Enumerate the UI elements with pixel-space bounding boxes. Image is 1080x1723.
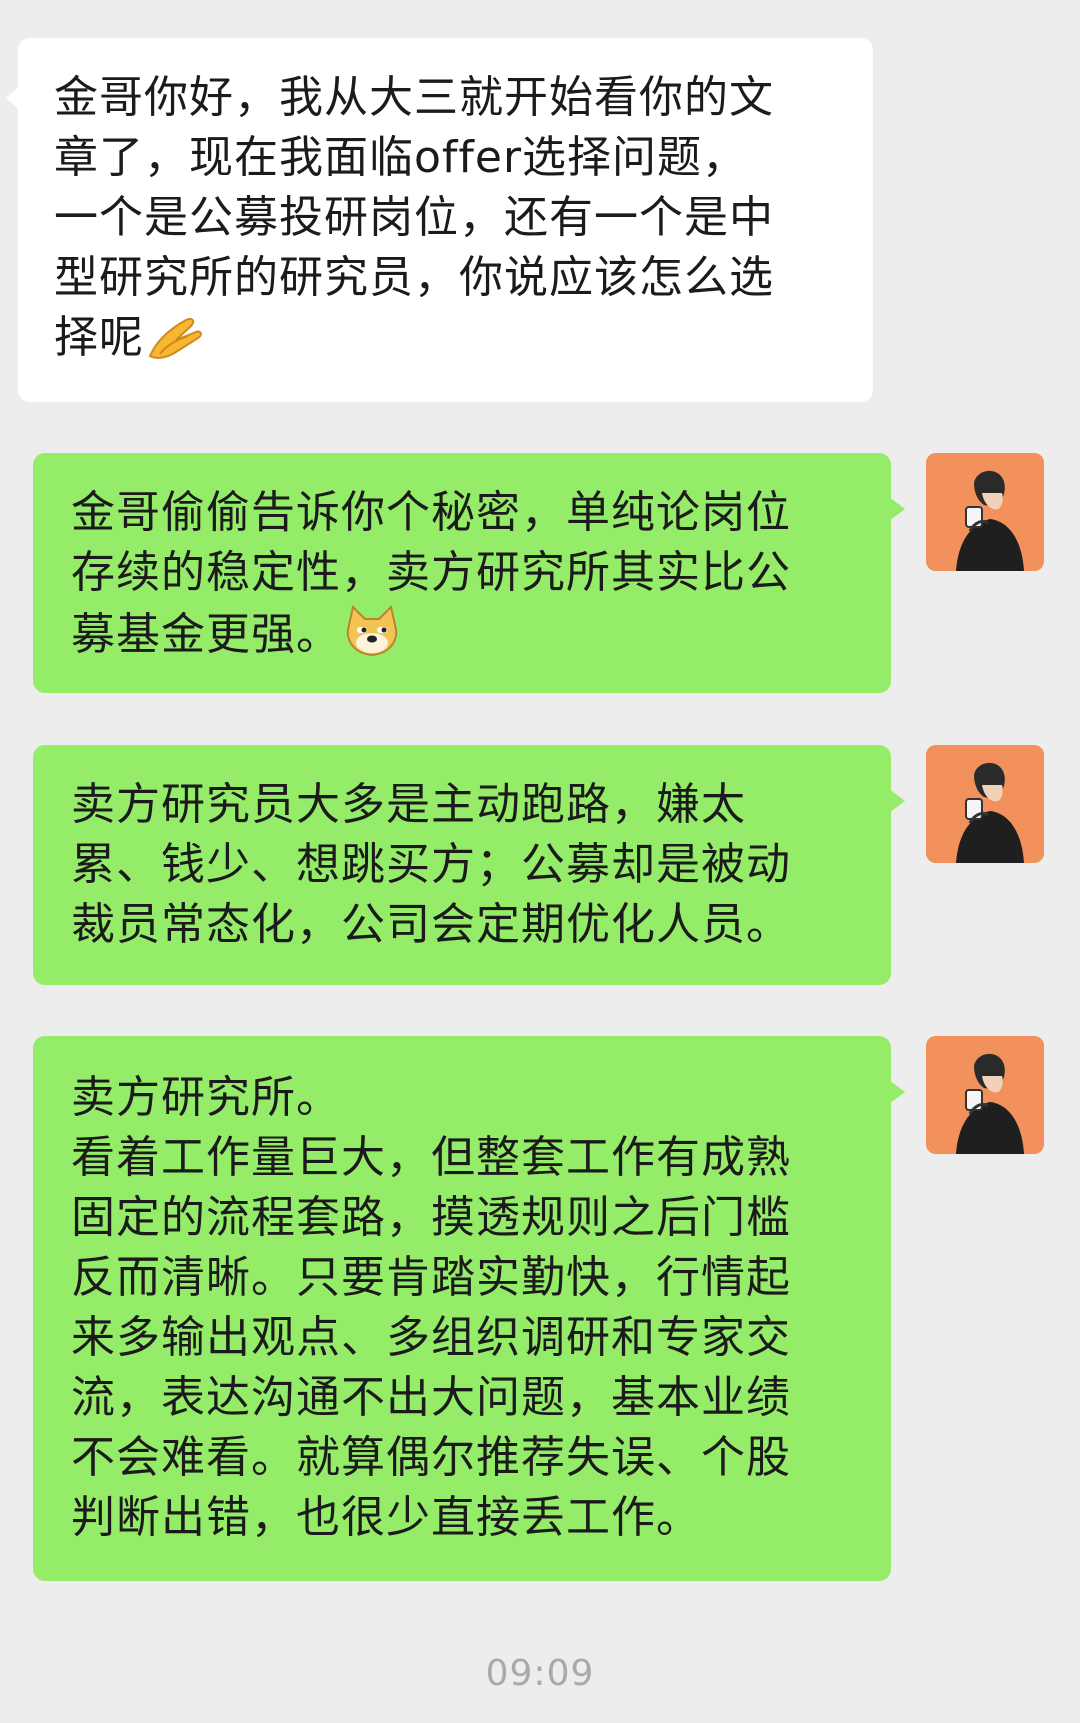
incoming-message-bubble[interactable]: 金哥你好，我从大三就开始看你的文 章了，现在我面临offer选择问题， 一个是公… (6, 38, 873, 402)
message-text: 金哥偷偷告诉你个秘密，单纯论岗位 存续的稳定性，卖方研究所其实比公 募基金更强。 (71, 487, 791, 660)
bubble-tail (6, 86, 20, 110)
message-text: 卖方研究所。 看着工作量巨大，但整套工作有成熟 固定的流程套路，摸透规则之后门槛… (71, 1072, 791, 1543)
user-avatar[interactable] (926, 453, 1044, 571)
outgoing-message-bubble[interactable]: 卖方研究员大多是主动跑路，嫌太 累、钱少、想跳买方；公募却是被动 裁员常态化，公… (33, 745, 905, 985)
doge-emoji (343, 603, 401, 675)
message-text: 卖方研究员大多是主动跑路，嫌太 累、钱少、想跳买方；公募却是被动 裁员常态化，公… (71, 779, 791, 950)
bubble-tail (889, 1080, 905, 1104)
user-avatar[interactable] (926, 1036, 1044, 1154)
clapping-hands-emoji (146, 312, 204, 378)
bubble-tail (889, 789, 905, 813)
user-avatar[interactable] (926, 745, 1044, 863)
outgoing-message-bubble[interactable]: 卖方研究所。 看着工作量巨大，但整套工作有成熟 固定的流程套路，摸透规则之后门槛… (33, 1036, 905, 1581)
outgoing-message-bubble[interactable]: 金哥偷偷告诉你个秘密，单纯论岗位 存续的稳定性，卖方研究所其实比公 募基金更强。 (33, 453, 905, 693)
bubble-tail (889, 497, 905, 521)
message-timestamp: 09:09 (485, 1653, 595, 1694)
